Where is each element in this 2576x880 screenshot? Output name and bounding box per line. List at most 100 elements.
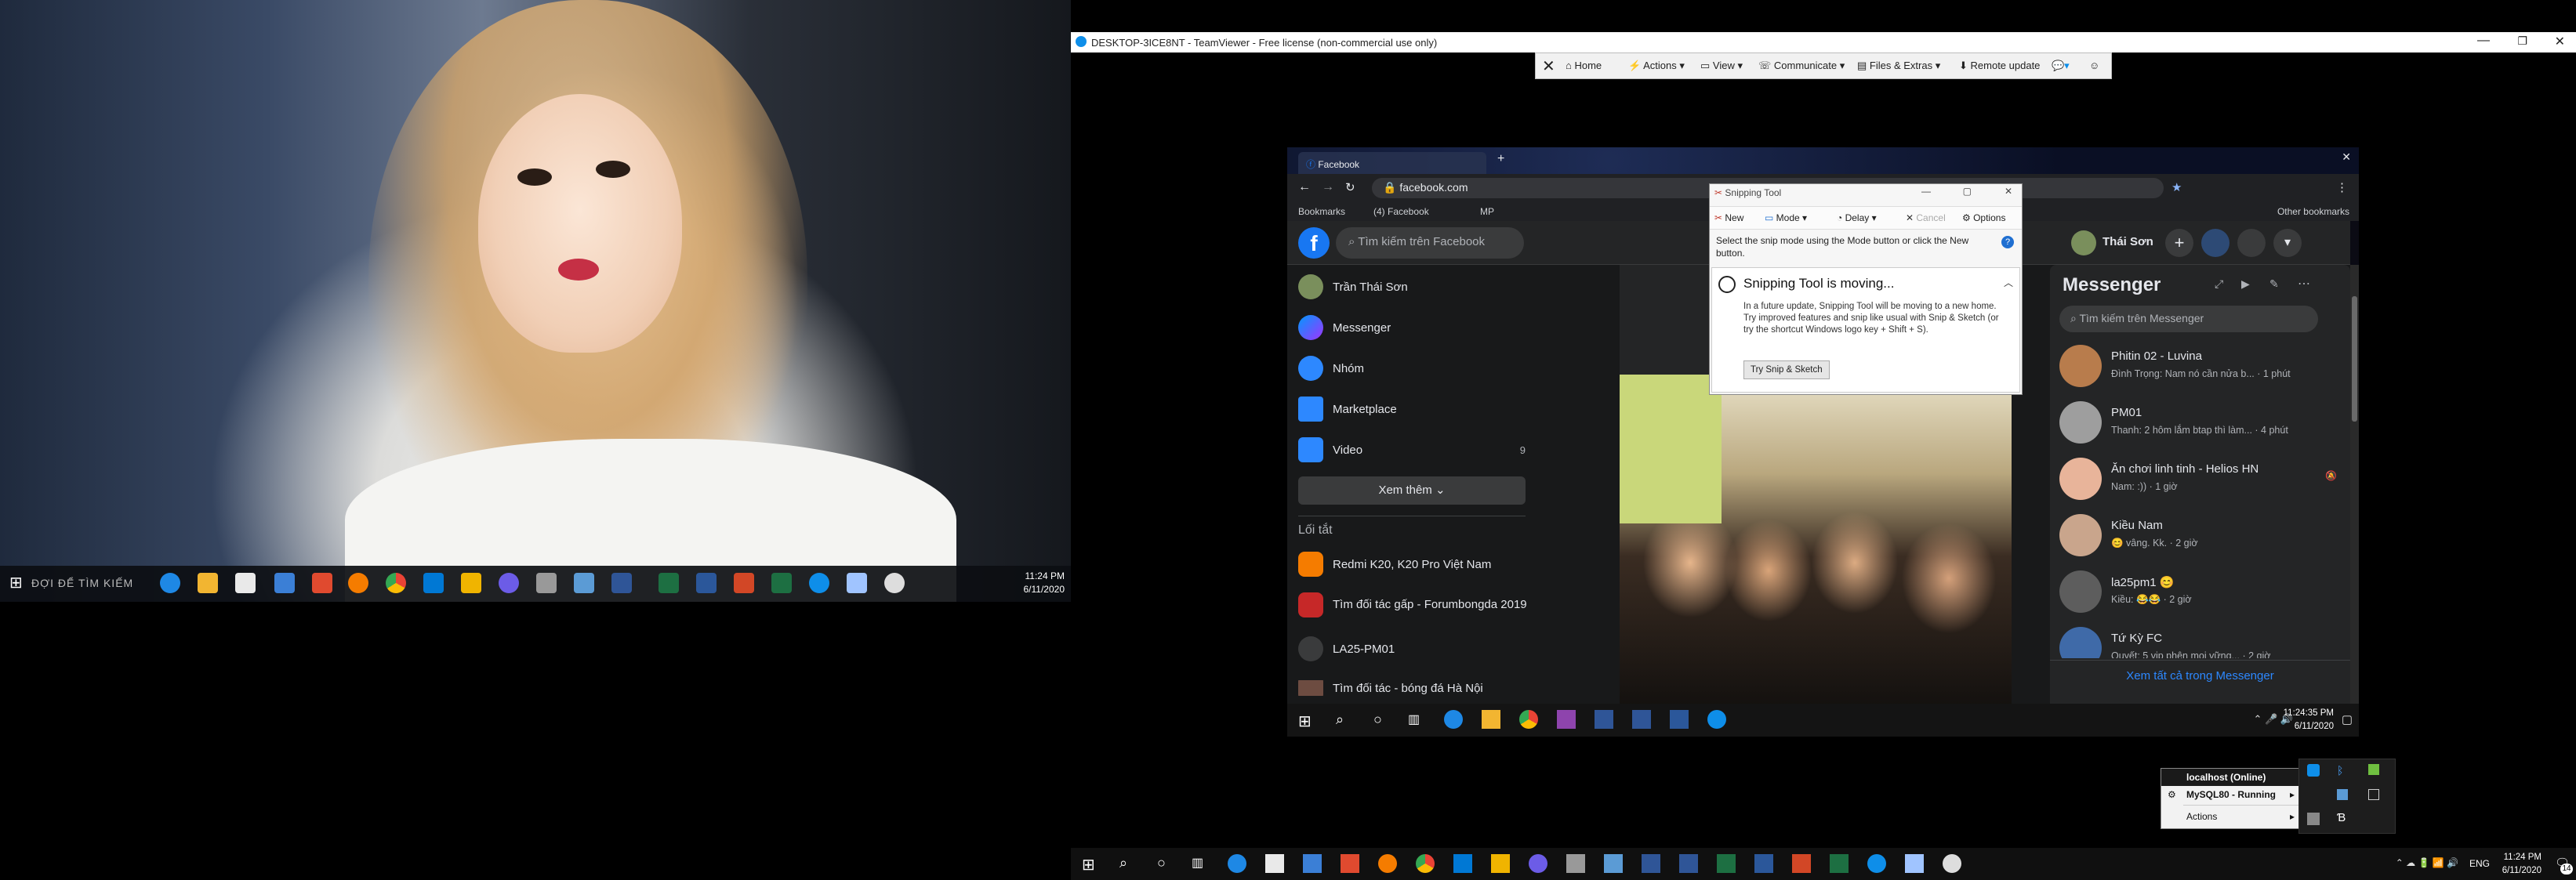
shortcut-item[interactable]: Redmi K20, K20 Pro Việt Nam bbox=[1298, 549, 1491, 580]
local-teamviewer-icon[interactable] bbox=[1867, 854, 1886, 873]
messenger-search-input[interactable]: ⌕ Tìm kiếm trên Messenger bbox=[2059, 306, 2318, 332]
edge-icon[interactable] bbox=[160, 573, 180, 593]
sidebar-item-video[interactable]: Video 9 bbox=[1298, 434, 1526, 465]
more-icon[interactable]: ⋯ bbox=[2298, 276, 2310, 292]
local-tool-icon[interactable] bbox=[1566, 854, 1585, 873]
tool-icon[interactable] bbox=[536, 573, 557, 593]
bluetooth-icon[interactable]: ᛒ bbox=[2337, 764, 2343, 777]
word-icon[interactable] bbox=[696, 573, 717, 593]
task-view-icon[interactable]: ▥ bbox=[1408, 712, 1420, 727]
reload-icon[interactable]: ↻ bbox=[1345, 180, 1355, 194]
tray-app-icon[interactable] bbox=[2337, 789, 2348, 800]
local-start-icon[interactable]: ⊞ bbox=[1082, 855, 1095, 875]
actions-menu-item[interactable]: Actions bbox=[2186, 811, 2217, 822]
chrome-menu-icon[interactable]: ⋮ bbox=[2336, 180, 2348, 194]
snip-options-button[interactable]: ⚙ Options bbox=[1962, 212, 2005, 223]
home-button[interactable]: ⌂ Home bbox=[1566, 60, 1602, 71]
remote-update-button[interactable]: ⬇ Remote update bbox=[1959, 60, 2040, 72]
forward-icon[interactable]: → bbox=[1322, 180, 1334, 194]
local-app-icon[interactable] bbox=[1529, 854, 1547, 873]
post-photo[interactable] bbox=[1620, 375, 2012, 705]
sidebar-item-messenger[interactable]: Messenger bbox=[1298, 312, 1391, 343]
cortana-icon[interactable]: ○ bbox=[1373, 712, 1382, 728]
chat-item[interactable]: la25pm1 😊 Kiều: 😂😂 · 2 giờ bbox=[2059, 563, 2342, 619]
chat-icon[interactable]: 💬▾ bbox=[2052, 60, 2070, 72]
local-firefox-icon[interactable] bbox=[1378, 854, 1397, 873]
remote-teamviewer-icon[interactable] bbox=[1707, 710, 1726, 729]
snip-mode-button[interactable]: ▭ Mode ▾ bbox=[1765, 212, 1807, 223]
local-sql-icon[interactable] bbox=[1642, 854, 1660, 873]
local-snipping-icon[interactable] bbox=[1943, 854, 1961, 873]
page-scrollbar[interactable] bbox=[2350, 265, 2359, 704]
firefox-icon[interactable] bbox=[348, 573, 368, 593]
collapse-icon[interactable]: ︿ bbox=[2004, 276, 2013, 289]
local-word-icon[interactable] bbox=[1754, 854, 1773, 873]
virtualbox-icon[interactable] bbox=[574, 573, 594, 593]
try-snip-sketch-button[interactable]: Try Snip & Sketch bbox=[1743, 360, 1830, 379]
view-button[interactable]: ▭ View ▾ bbox=[1700, 60, 1743, 72]
teamviewer-tray-icon[interactable] bbox=[2307, 764, 2320, 777]
sql-icon[interactable] bbox=[611, 573, 632, 593]
star-icon[interactable]: ★ bbox=[2171, 180, 2182, 194]
sidebar-item-profile[interactable]: Trần Thái Sơn bbox=[1298, 271, 1408, 302]
project-icon[interactable] bbox=[771, 573, 792, 593]
language-indicator[interactable]: ENG bbox=[2469, 858, 2490, 869]
vscode-icon[interactable] bbox=[423, 573, 444, 593]
local-cortana-icon[interactable]: ○ bbox=[1157, 855, 1166, 871]
expand-icon[interactable]: ⤢ bbox=[2215, 277, 2223, 291]
remote-action-center-icon[interactable]: ▢ bbox=[2342, 712, 2353, 726]
chat-item[interactable]: Kiều Nam 😊 vâng. Kk. · 2 giờ bbox=[2059, 506, 2342, 563]
remote-start-icon[interactable]: ⊞ bbox=[1298, 712, 1312, 731]
local-sql2-icon[interactable] bbox=[1679, 854, 1698, 873]
local-task-view-icon[interactable]: ▥ bbox=[1192, 855, 1203, 871]
restore-icon[interactable]: ❐ bbox=[2517, 34, 2527, 48]
sidebar-item-groups[interactable]: Nhóm bbox=[1298, 353, 1364, 384]
snip-new-button[interactable]: ✂ New bbox=[1714, 212, 1743, 223]
video-call-icon[interactable]: ▶ bbox=[2241, 277, 2250, 291]
local-sublime-icon[interactable] bbox=[1491, 854, 1510, 873]
local-powerpoint-icon[interactable] bbox=[1792, 854, 1811, 873]
powerpoint-icon[interactable] bbox=[734, 573, 754, 593]
local-mail-icon[interactable] bbox=[1303, 854, 1322, 873]
tray-app2-icon[interactable] bbox=[2368, 789, 2379, 800]
remote-screen[interactable]: ⓕ Facebook + ✕ ← → ↻ 🔒 facebook.com ★ ⋮ … bbox=[1287, 147, 2359, 737]
shortcut-item[interactable]: Tìm đối tác gấp - Forumbongda 2019 bbox=[1298, 589, 1533, 621]
messenger-icon[interactable] bbox=[2201, 229, 2230, 257]
remote-clock[interactable]: 11:24:35 PM 6/11/2020 bbox=[2284, 707, 2334, 733]
start-icon[interactable]: ⊞ bbox=[9, 573, 30, 593]
compose-icon[interactable]: ✎ bbox=[2269, 277, 2279, 291]
snip-restore-icon[interactable]: ▢ bbox=[1963, 186, 1972, 197]
new-tab-icon[interactable]: + bbox=[1497, 152, 1504, 166]
minimize-icon[interactable]: — bbox=[2477, 34, 2490, 48]
scrollbar-thumb[interactable] bbox=[2352, 296, 2357, 422]
remote-word-icon[interactable] bbox=[1670, 710, 1689, 729]
files-extras-button[interactable]: ▤ Files & Extras ▾ bbox=[1857, 60, 1940, 72]
close-session-icon[interactable]: ✕ bbox=[1542, 56, 1555, 76]
tray-app3-icon[interactable]: Ɓ bbox=[2337, 811, 2346, 824]
chat-item[interactable]: PM01 Thanh: 2 hôm lắm btap thì làm... · … bbox=[2059, 393, 2342, 450]
local-excel-icon[interactable] bbox=[1717, 854, 1736, 873]
emoji-icon[interactable]: ☺ bbox=[2089, 60, 2099, 71]
local-project-icon[interactable] bbox=[1830, 854, 1849, 873]
remote-edge-icon[interactable] bbox=[1444, 710, 1463, 729]
local-edge-icon[interactable] bbox=[1228, 854, 1246, 873]
remote-search-icon[interactable]: ⌕ bbox=[1336, 712, 1344, 728]
user-name[interactable]: Thái Sơn bbox=[2103, 235, 2153, 248]
local-chrome-icon[interactable] bbox=[1416, 854, 1435, 873]
local-office-icon[interactable] bbox=[1341, 854, 1359, 873]
notifications-icon[interactable] bbox=[2237, 229, 2266, 257]
avatar[interactable] bbox=[2071, 230, 2096, 255]
snip-close-icon[interactable]: ✕ bbox=[2005, 186, 2012, 197]
remote-sql-icon[interactable] bbox=[1595, 710, 1613, 729]
local-search-icon[interactable]: ⌕ bbox=[1119, 855, 1127, 871]
facebook-search-input[interactable]: ⌕ Tìm kiếm trên Facebook bbox=[1336, 227, 1524, 259]
shortcut-item[interactable]: Tìm đối tác - bóng đá Hà Nội bbox=[1298, 680, 1483, 696]
mysql-tray-icon[interactable] bbox=[2307, 813, 2320, 825]
mysql-menu-item[interactable]: MySQL80 - Running bbox=[2186, 789, 2276, 800]
bookmark-item[interactable]: MP bbox=[1480, 206, 1494, 217]
local-clock[interactable]: 11:24 PM 6/11/2020 bbox=[2502, 851, 2542, 878]
account-menu-icon[interactable]: ▾ bbox=[2273, 229, 2302, 257]
local-virtualbox-icon[interactable] bbox=[1604, 854, 1623, 873]
chrome-icon[interactable] bbox=[386, 573, 406, 593]
files-icon[interactable] bbox=[847, 573, 867, 593]
